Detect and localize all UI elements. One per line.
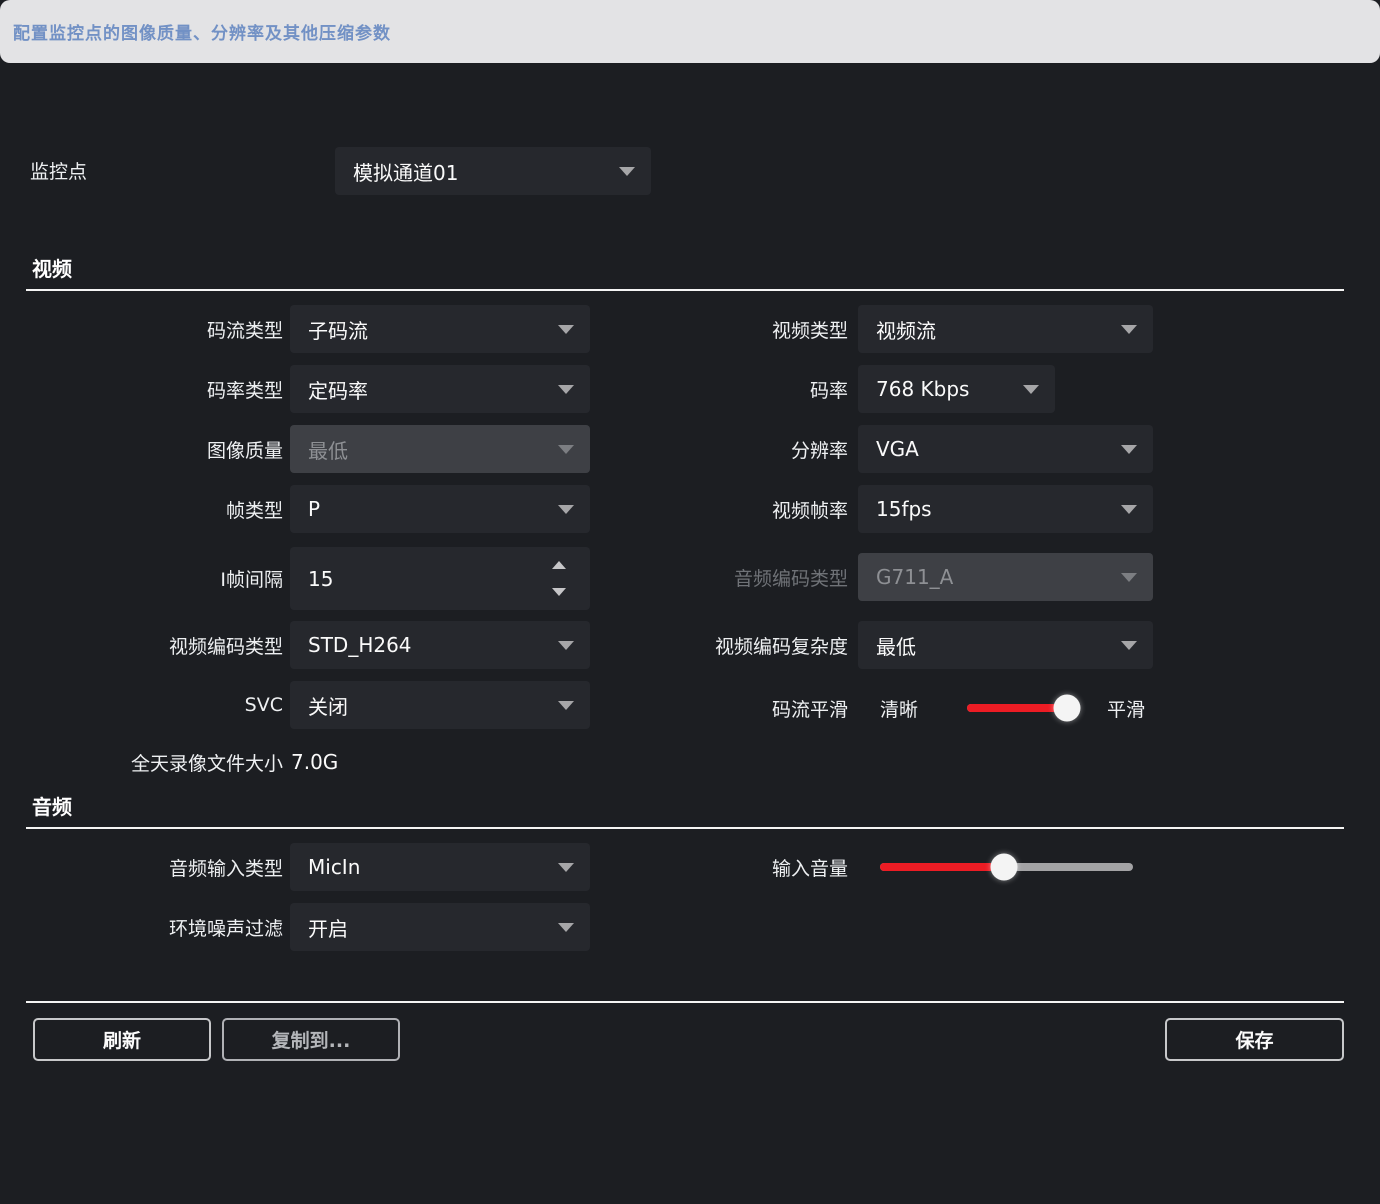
image-quality-value: 最低 [308,435,348,464]
audio-encoding-type-select: G711_A [858,553,1153,601]
input-volume-label: 输入音量 [560,843,848,891]
audio-input-type-value: MicIn [308,855,360,879]
chevron-down-icon [1023,385,1039,394]
audio-section-title: 音频 [32,791,72,820]
input-volume-slider-fill [880,863,1004,871]
video-encoding-type-select[interactable]: STD_H264 [290,621,590,669]
chevron-down-icon [1121,505,1137,514]
page-title: 配置监控点的图像质量、分辨率及其他压缩参数 [13,19,391,44]
image-quality-select: 最低 [290,425,590,473]
footer-divider [26,1001,1344,1003]
chevron-down-icon [558,923,574,932]
video-section-title: 视频 [32,253,72,282]
stream-smoothing-max-label: 平滑 [1107,684,1145,732]
frame-type-select[interactable]: P [290,485,590,533]
audio-encoding-type-value: G711_A [876,565,953,589]
svc-label: SVC [60,681,283,729]
stream-type-select[interactable]: 子码流 [290,305,590,353]
bitrate-label: 码率 [560,365,848,413]
bitrate-type-value: 定码率 [308,375,368,404]
record-file-size-label: 全天录像文件大小 [60,745,283,779]
iframe-interval-value: 15 [308,567,333,591]
stream-smoothing-slider[interactable] [967,704,1067,712]
video-framerate-select[interactable]: 15fps [858,485,1153,533]
save-button[interactable]: 保存 [1165,1018,1344,1061]
chevron-down-icon [1121,325,1137,334]
svc-select[interactable]: 关闭 [290,681,590,729]
stream-smoothing-slider-fill [967,704,1067,712]
bitrate-select[interactable]: 768 Kbps [858,365,1055,413]
audio-section-divider [26,827,1344,829]
camera-label: 监控点 [30,147,87,193]
chevron-down-icon [1121,641,1137,650]
encoding-settings-panel: { "titlebar": { "collapse_icon": "chevro… [0,0,1380,1204]
video-encoding-type-label: 视频编码类型 [60,621,283,669]
resolution-label: 分辨率 [560,425,848,473]
chevron-down-icon [619,167,635,176]
video-type-label: 视频类型 [560,305,848,353]
stream-smoothing-label: 码流平滑 [560,684,848,732]
bitrate-value: 768 Kbps [876,377,969,401]
header-description-bar: 配置监控点的图像质量、分辨率及其他压缩参数 [0,0,1380,63]
stream-type-value: 子码流 [308,315,368,344]
encoding-complexity-label: 视频编码复杂度 [560,621,848,669]
encoding-complexity-select[interactable]: 最低 [858,621,1153,669]
audio-input-type-select[interactable]: MicIn [290,843,590,891]
camera-select-value: 模拟通道01 [353,157,458,186]
stream-smoothing-slider-handle[interactable] [1054,695,1081,722]
video-encoding-type-value: STD_H264 [308,633,412,657]
audio-encoding-type-label: 音频编码类型 [560,553,848,601]
video-type-select[interactable]: 视频流 [858,305,1153,353]
stream-type-label: 码流类型 [60,305,283,353]
frame-type-value: P [308,497,320,521]
encoding-complexity-value: 最低 [876,631,916,660]
input-volume-slider-handle[interactable] [990,854,1017,881]
video-framerate-value: 15fps [876,497,932,521]
chevron-down-icon [1121,573,1137,582]
svc-value: 关闭 [308,691,348,720]
image-quality-label: 图像质量 [60,425,283,473]
frame-type-label: 帧类型 [60,485,283,533]
resolution-select[interactable]: VGA [858,425,1153,473]
input-volume-slider[interactable] [880,863,1133,871]
stream-smoothing-min-label: 清晰 [880,684,918,732]
copy-to-button[interactable]: 复制到... [222,1018,400,1061]
noise-filter-value: 开启 [308,913,348,942]
record-file-size-value: 7.0G [291,745,338,779]
chevron-down-icon [1121,445,1137,454]
noise-filter-label: 环境噪声过滤 [60,903,283,951]
refresh-button[interactable]: 刷新 [33,1018,211,1061]
camera-select[interactable]: 模拟通道01 [335,147,651,195]
video-type-value: 视频流 [876,315,936,344]
video-section-divider [26,289,1344,291]
audio-input-type-label: 音频输入类型 [60,843,283,891]
noise-filter-select[interactable]: 开启 [290,903,590,951]
bitrate-type-label: 码率类型 [60,365,283,413]
iframe-interval-label: I帧间隔 [60,547,283,610]
bitrate-type-select[interactable]: 定码率 [290,365,590,413]
video-framerate-label: 视频帧率 [560,485,848,533]
resolution-value: VGA [876,437,919,461]
iframe-interval-stepper[interactable]: 15 [290,547,590,610]
